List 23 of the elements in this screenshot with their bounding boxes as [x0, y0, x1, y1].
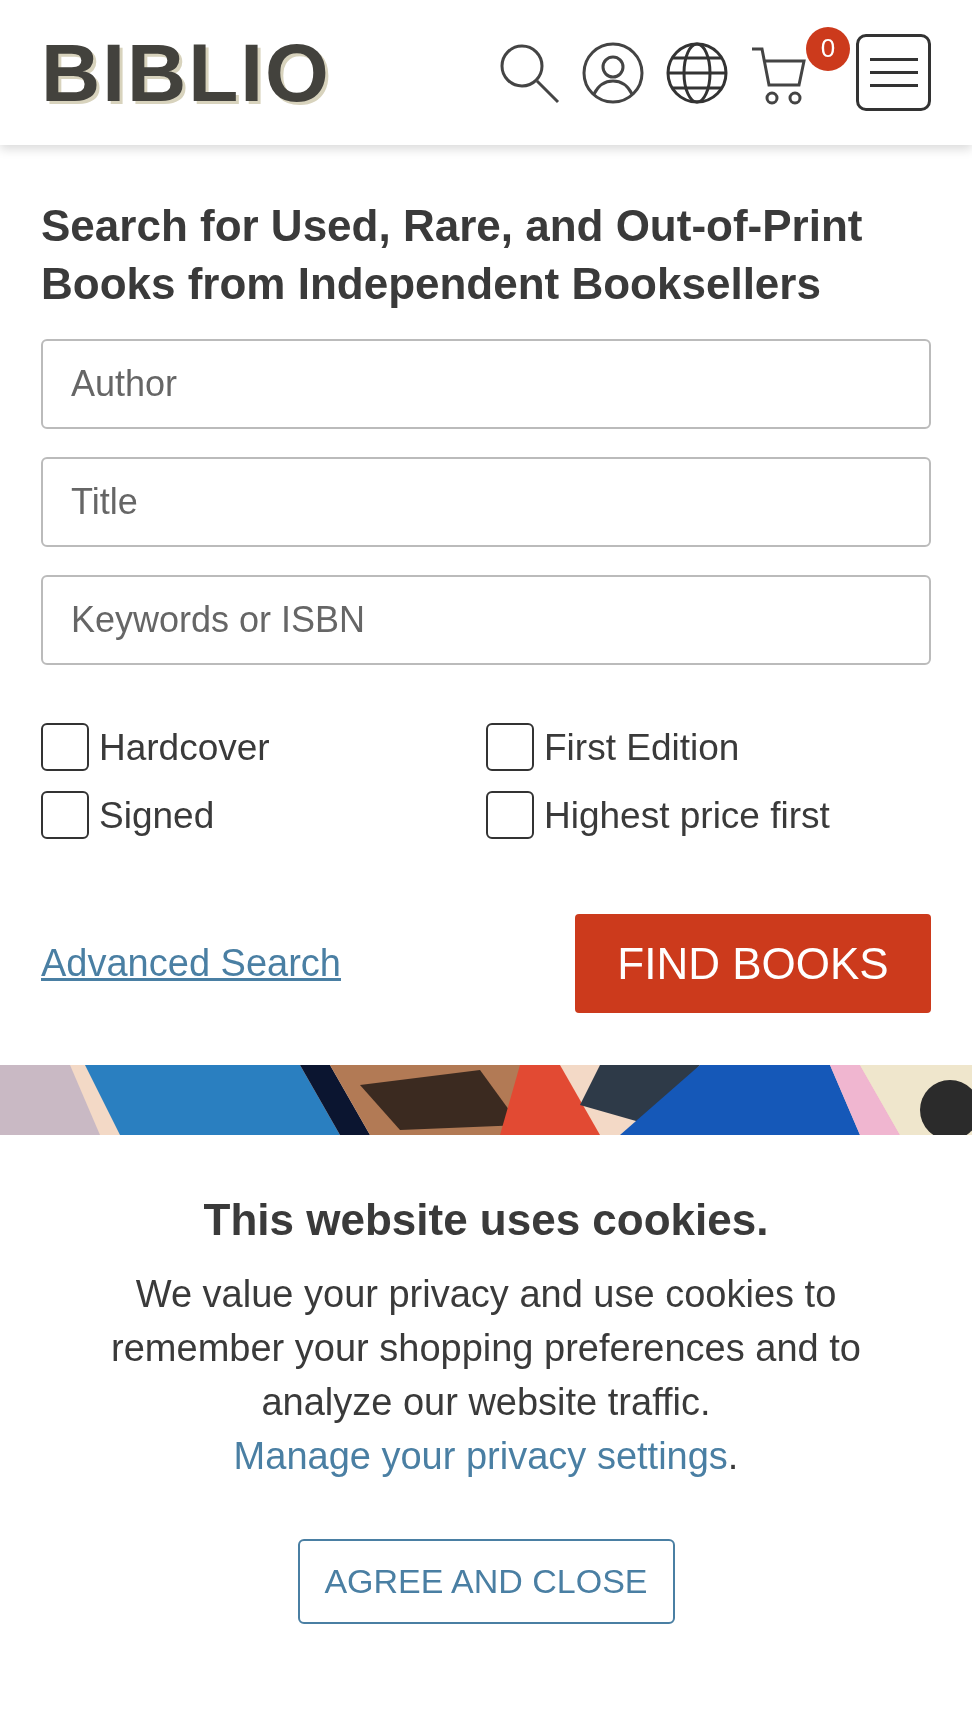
search-heading: Search for Used, Rare, and Out-of-Print Books from Independent Booksellers: [41, 200, 864, 310]
globe-icon[interactable]: [666, 41, 728, 104]
checkbox[interactable]: [486, 723, 534, 771]
cookie-message: We value your privacy and use cookies to remember your shopping preferences and to analyze our website traffic. Manage your privacy settings.: [110, 1272, 862, 1479]
search-field[interactable]: Title: [41, 457, 931, 547]
find-books-button[interactable]: FIND BOOKS: [575, 914, 931, 1013]
logo[interactable]: BIBLIO: [41, 31, 331, 114]
checkbox[interactable]: [41, 723, 89, 771]
advanced-search-link[interactable]: Advanced Search: [41, 935, 341, 992]
checkbox[interactable]: [41, 791, 89, 839]
privacy-settings-link[interactable]: Manage your privacy settings: [233, 1435, 728, 1477]
checkbox-label: Signed: [99, 796, 215, 834]
menu-button[interactable]: [856, 34, 931, 111]
cart-count-badge: 0: [806, 26, 850, 71]
cookie-title: This website uses cookies.: [203, 1194, 769, 1246]
checkbox-label: First Edition: [544, 728, 740, 766]
agree-and-close-button[interactable]: AGREE AND CLOSE: [297, 1539, 675, 1624]
checkbox[interactable]: [486, 791, 534, 839]
user-icon[interactable]: [582, 41, 644, 104]
checkbox-label: Hardcover: [99, 728, 270, 766]
search-field[interactable]: Author: [41, 339, 931, 429]
search-field[interactable]: Keywords or ISBN: [41, 575, 931, 665]
checkbox-label: Highest price first: [544, 796, 830, 834]
